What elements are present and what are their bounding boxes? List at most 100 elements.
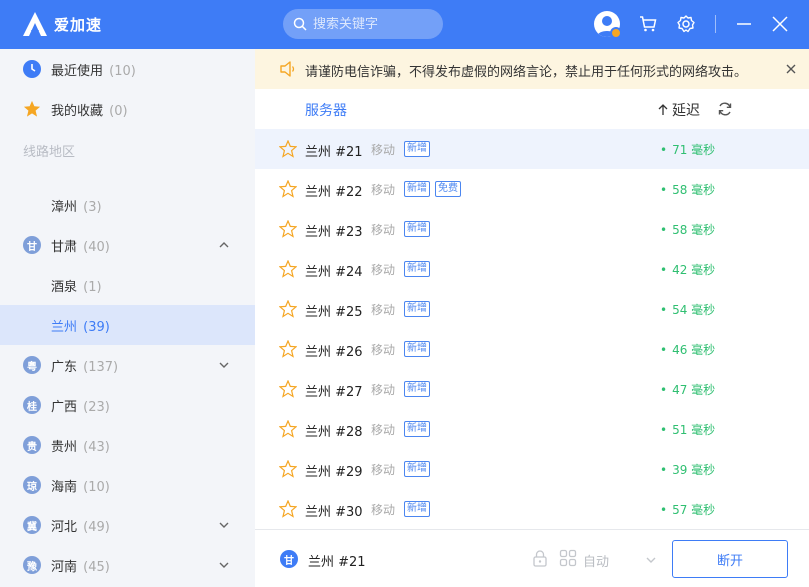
sidebar-item-lanzhou[interactable]: 兰州 (39) (0, 305, 255, 345)
tag-new: 新增 (404, 341, 430, 357)
table-row[interactable]: 兰州 #28 移动 新增 51 毫秒 (255, 409, 809, 449)
tag-new: 新增 (404, 221, 430, 237)
sidebar-item-jiuquan[interactable]: 酒泉 (1) (0, 265, 255, 305)
sidebar-item-hebei[interactable]: 冀 河北 (49) (0, 505, 255, 545)
table-row[interactable]: 兰州 #23 移动 新增 58 毫秒 (255, 209, 809, 249)
search-input[interactable] (313, 16, 433, 32)
star-outline-icon[interactable] (279, 420, 297, 438)
sidebar-item-guangxi[interactable]: 桂 广西 (23) (0, 385, 255, 425)
sidebar-item-label: 我的收藏 (51, 103, 104, 119)
connection-bar: 甘 兰州 #21 自动 断开 (255, 529, 809, 587)
sidebar-item-count: (3) (83, 199, 102, 215)
tag-new: 新增 (404, 381, 430, 397)
app-logo: 爱加速 (22, 11, 102, 37)
cart-icon[interactable] (636, 12, 660, 36)
table-row[interactable]: 兰州 #24 移动 新增 42 毫秒 (255, 249, 809, 289)
minimize-icon[interactable] (732, 12, 756, 36)
sidebar-item-label: 酒泉 (51, 279, 78, 295)
notice-text: 请谨防电信诈骗，不得发布虚假的网络言论，禁止用于任何形式的网络攻击。 (305, 65, 748, 80)
province-badge: 琼 (23, 476, 41, 494)
star-outline-icon[interactable] (279, 140, 297, 158)
table-row[interactable]: 兰州 #29 移动 新增 39 毫秒 (255, 449, 809, 489)
server-name: 兰州 #27 (305, 385, 363, 400)
star-outline-icon[interactable] (279, 460, 297, 478)
server-isp: 移动 (371, 263, 396, 277)
sidebar-item-recent[interactable]: 最近使用 (10) (0, 49, 255, 89)
sidebar-item-guizhou[interactable]: 贵 贵州 (43) (0, 425, 255, 465)
chevron-down-icon[interactable] (645, 554, 657, 566)
table-row[interactable]: 兰州 #26 移动 新增 46 毫秒 (255, 329, 809, 369)
sidebar-item-favorites[interactable]: 我的收藏 (0) (0, 89, 255, 129)
table-row[interactable]: 兰州 #22 移动 新增 免费 58 毫秒 (255, 169, 809, 209)
star-outline-icon[interactable] (279, 220, 297, 238)
server-name: 兰州 #30 (305, 505, 363, 520)
server-isp: 移动 (371, 423, 396, 437)
current-server-name: 兰州 #21 (308, 555, 366, 570)
table-row[interactable]: 兰州 #30 移动 新增 57 毫秒 (255, 489, 809, 529)
star-outline-icon[interactable] (279, 260, 297, 278)
sidebar-item-henan[interactable]: 豫 河南 (45) (0, 545, 255, 585)
header-divider (715, 15, 716, 33)
close-icon[interactable] (768, 12, 792, 36)
star-outline-icon[interactable] (279, 500, 297, 518)
table-row[interactable]: 兰州 #25 移动 新增 54 毫秒 (255, 289, 809, 329)
mode-select[interactable]: 自动 (583, 551, 609, 570)
speaker-icon (280, 61, 295, 77)
delay-sort-header[interactable]: 延迟 (658, 100, 700, 120)
sidebar-item-count: (40) (83, 239, 110, 255)
close-icon[interactable] (786, 64, 796, 74)
table-row[interactable]: 兰州 #27 移动 新增 47 毫秒 (255, 369, 809, 409)
server-name: 兰州 #22 (305, 185, 363, 200)
sidebar-item-count: (10) (109, 63, 136, 79)
sidebar-item-label: 广东 (51, 359, 78, 375)
province-badge: 甘 (23, 236, 41, 254)
search-icon (293, 17, 307, 31)
sidebar-item-gansu[interactable]: 甘 甘肃 (40) (0, 225, 255, 265)
chevron-down-icon[interactable] (218, 519, 230, 531)
star-outline-icon[interactable] (279, 380, 297, 398)
sidebar-item-count: (39) (83, 319, 110, 335)
sidebar-item-label: 贵州 (51, 439, 78, 455)
server-latency: 57 毫秒 (660, 501, 715, 518)
server-isp: 移动 (371, 503, 396, 517)
province-badge: 冀 (23, 516, 41, 534)
chevron-up-icon[interactable] (218, 239, 230, 251)
mode-grid-icon (559, 549, 577, 567)
server-name: 兰州 #21 (305, 145, 363, 160)
table-row[interactable]: 兰州 #21 移动 新增 71 毫秒 (255, 129, 809, 169)
province-badge: 桂 (23, 396, 41, 414)
star-outline-icon[interactable] (279, 340, 297, 358)
server-latency: 47 毫秒 (660, 381, 715, 398)
sidebar-item-hainan[interactable]: 琼 海南 (10) (0, 465, 255, 505)
sidebar-item-label: 兰州 (51, 319, 78, 335)
gear-icon[interactable] (674, 12, 698, 36)
lock-icon[interactable] (531, 549, 549, 567)
search-box[interactable] (283, 9, 443, 39)
server-latency: 42 毫秒 (660, 261, 715, 278)
chevron-down-icon[interactable] (218, 359, 230, 371)
title-bar: 爱加速 (0, 0, 809, 49)
sidebar-item-guangdong[interactable]: 粤 广东 (137) (0, 345, 255, 385)
refresh-icon[interactable] (717, 101, 733, 117)
sidebar-item-label: 最近使用 (51, 63, 104, 79)
star-icon (23, 100, 41, 118)
sidebar-item-count: (43) (83, 439, 110, 455)
disconnect-button[interactable]: 断开 (672, 540, 788, 578)
sidebar-item-zhangzhou[interactable]: 漳州 (3) (0, 185, 255, 225)
tag-new: 新增 (404, 141, 430, 157)
server-isp: 移动 (371, 303, 396, 317)
server-column-header[interactable]: 服务器 (305, 100, 347, 120)
delay-label: 延迟 (672, 103, 700, 119)
star-outline-icon[interactable] (279, 180, 297, 198)
sidebar-item-label: 海南 (51, 479, 78, 495)
app-name: 爱加速 (54, 15, 103, 34)
vip-badge (610, 27, 622, 39)
sidebar-item-label: 河北 (51, 519, 78, 535)
server-isp: 移动 (371, 343, 396, 357)
sidebar-item-count: (0) (109, 103, 128, 119)
sidebar-item-count: (1) (83, 279, 102, 295)
star-outline-icon[interactable] (279, 300, 297, 318)
logo-icon (23, 12, 47, 36)
sidebar-item-count: (49) (83, 519, 110, 535)
chevron-down-icon[interactable] (218, 559, 230, 571)
